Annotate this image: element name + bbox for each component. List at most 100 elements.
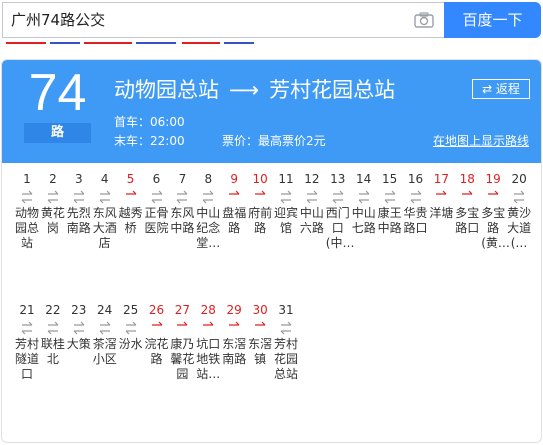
stop-number: 21 <box>19 303 35 317</box>
one-way-arrow-icon <box>229 190 240 195</box>
two-way-arrow-icon <box>73 321 85 335</box>
stop-number: 3 <box>74 172 83 186</box>
two-way-arrow-icon <box>306 190 318 204</box>
stop-name: 大策 <box>66 337 91 351</box>
last-bus-time: 末车：22:00 <box>114 134 185 148</box>
two-way-arrow-icon <box>202 190 214 204</box>
stop-name: 浣花路 <box>144 337 169 366</box>
two-way-arrow-icon <box>280 190 292 204</box>
two-way-arrow-icon <box>176 190 188 204</box>
stop-name: 先烈南路 <box>66 206 91 235</box>
one-way-arrow-icon <box>229 321 240 326</box>
stop-number: 23 <box>71 303 87 317</box>
stop-number: 10 <box>252 172 268 186</box>
stop-number: 18 <box>459 172 475 186</box>
stop-name: 东滘镇 <box>248 337 273 366</box>
stop-number: 2 <box>49 172 57 186</box>
stop-name: 多宝路口 <box>455 206 480 235</box>
stop-name: 中山六路 <box>299 206 324 235</box>
one-way-arrow-icon <box>125 190 137 195</box>
stop-number: 24 <box>97 303 113 317</box>
search-input[interactable]: 广州74路公交 <box>11 3 105 37</box>
two-way-arrow-icon <box>125 321 137 335</box>
stop-name: 康王中路 <box>377 206 402 235</box>
stop-number: 27 <box>174 303 191 317</box>
reverse-direction-button[interactable]: ⇄ 返程 <box>472 79 530 99</box>
stop-number: 29 <box>226 303 242 317</box>
stop-name: 动物园总站 <box>15 206 40 250</box>
stop-number: 7 <box>178 172 187 186</box>
one-way-arrow-icon <box>203 321 214 326</box>
two-way-arrow-icon <box>21 321 33 335</box>
stop-number: 31 <box>278 303 294 317</box>
stop-name: 东风大酒店 <box>92 206 117 250</box>
stop-name: 华贵路口 <box>403 206 428 235</box>
stop-name: 汾水 <box>118 337 143 351</box>
one-way-arrow-icon <box>255 190 266 195</box>
search-box[interactable]: 广州74路公交 <box>2 2 444 38</box>
stop-number: 4 <box>100 172 109 186</box>
two-way-arrow-icon <box>384 190 396 204</box>
search-button[interactable]: 百度一下 <box>444 2 541 38</box>
first-bus-time: 首车：06:00 <box>114 115 185 129</box>
stop-name: 康乃馨花园 <box>170 337 195 381</box>
stop-number: 12 <box>304 172 320 186</box>
stop-number: 19 <box>485 172 501 186</box>
stop-name: 联桂北 <box>40 337 65 366</box>
stop-name: 芳村隧道口 <box>15 337 40 381</box>
show-route-on-map-link[interactable]: 在地图上显示路线 <box>433 132 529 149</box>
fare-info: 票价：最高票价2元 <box>222 134 326 148</box>
stop-number: 16 <box>407 172 424 186</box>
stop-name: 黄沙大道(… <box>507 206 532 250</box>
bus-route-card: 74 路 动物园总站 ⟶ 芳村花园总站 ⇄ 返程 首车：06:00 末车：22:00… <box>1 59 542 443</box>
stop-number: 20 <box>511 172 527 186</box>
stop-name: 芳村花园总站 <box>274 337 299 381</box>
stop-name: 正骨医院 <box>144 206 169 235</box>
one-way-arrow-icon <box>436 190 447 195</box>
stop-name: 洋塘 <box>429 206 454 220</box>
stop-name: 东风中路 <box>170 206 195 235</box>
stop-number: 13 <box>330 172 346 186</box>
stop-number: 8 <box>204 172 213 186</box>
one-way-arrow-icon <box>177 321 188 326</box>
stop-number: 22 <box>45 303 61 317</box>
stop-name: 多宝路(黄… <box>481 206 510 250</box>
stop-number: 28 <box>200 303 216 317</box>
two-way-arrow-icon <box>99 321 111 335</box>
route-header: 74 路 动物园总站 ⟶ 芳村花园总站 ⇄ 返程 首车：06:00 末车：22:00… <box>2 60 541 163</box>
two-way-arrow-icon <box>332 190 344 204</box>
stop-number: 1 <box>23 172 31 186</box>
search-bar: 广州74路公交 百度一下 <box>0 0 543 40</box>
two-way-arrow-icon <box>47 190 59 204</box>
stop-name: 西门口(中… <box>325 206 355 250</box>
stop-number: 6 <box>152 172 161 186</box>
one-way-arrow-icon <box>151 321 162 326</box>
two-way-arrow-icon <box>513 190 525 204</box>
two-way-arrow-icon <box>47 321 59 335</box>
stop-number: 26 <box>148 303 165 317</box>
stop-number: 9 <box>230 172 238 186</box>
one-way-arrow-icon <box>255 321 266 326</box>
two-way-arrow-icon <box>280 321 292 335</box>
stop-name: 坑口地铁站… <box>196 337 221 381</box>
stop-name: 黄花岗 <box>40 206 65 235</box>
direction-arrow-icon: ⟶ <box>229 78 260 102</box>
stop-number: 11 <box>278 172 294 186</box>
camera-icon[interactable] <box>414 12 434 28</box>
two-way-arrow-icon <box>99 190 111 204</box>
stop-name: 府前路 <box>248 206 273 235</box>
stop-number: 17 <box>433 172 450 186</box>
stop-number: 25 <box>122 303 139 317</box>
stop-number: 15 <box>381 172 398 186</box>
route-direction: 动物园总站 ⟶ 芳村花园总站 <box>114 74 395 104</box>
two-way-arrow-icon <box>73 190 85 204</box>
stop-name: 盘福路 <box>222 206 247 235</box>
one-way-arrow-icon <box>462 190 473 195</box>
stop-name: 茶滘小区 <box>92 337 117 366</box>
stop-number: 14 <box>356 172 372 186</box>
stop-number: 5 <box>126 172 135 186</box>
stop-number: 30 <box>252 303 268 317</box>
one-way-arrow-icon <box>488 190 499 195</box>
stop-name: 东滘南路 <box>222 337 247 366</box>
two-way-arrow-icon <box>151 190 162 204</box>
